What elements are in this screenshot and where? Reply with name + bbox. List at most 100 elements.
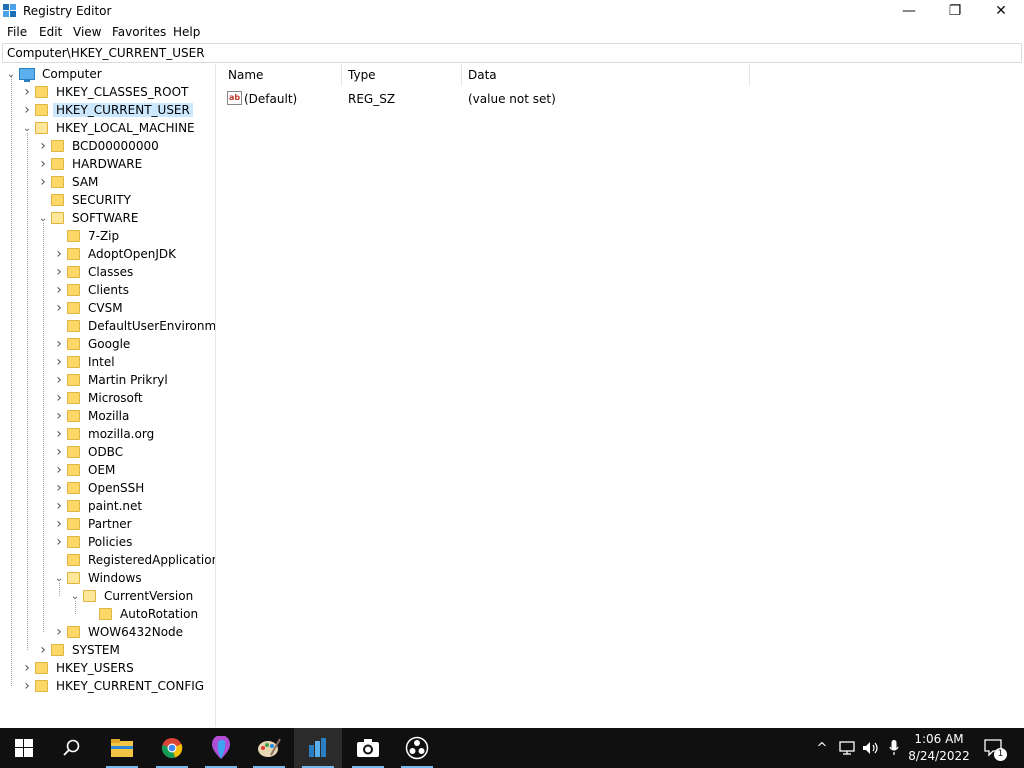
tree-node[interactable]: ⌄ SOFTWARE	[38, 209, 141, 227]
tree-node[interactable]: › HKEY_CLASSES_ROOT	[22, 83, 191, 101]
taskbar-registry-editor[interactable]	[294, 728, 342, 768]
taskbar-camera[interactable]	[344, 728, 392, 768]
column-header-data[interactable]: Data	[462, 64, 750, 86]
minimize-button[interactable]: —	[886, 0, 932, 22]
tree-node[interactable]: 7-Zip	[54, 227, 122, 245]
tree-node[interactable]: › BCD00000000	[38, 137, 162, 155]
menu-favorites[interactable]: Favorites	[112, 25, 166, 39]
chevron-right-icon[interactable]: ›	[54, 263, 64, 281]
tree-node[interactable]: DefaultUserEnvironmen	[54, 317, 215, 335]
chevron-right-icon[interactable]: ›	[54, 533, 64, 551]
taskbar-file-explorer[interactable]	[98, 728, 146, 768]
tree-node[interactable]: › mozilla.org	[54, 425, 157, 443]
tree-node[interactable]: › HKEY_CURRENT_USER	[22, 101, 193, 119]
tree-node[interactable]: RegisteredApplications	[54, 551, 215, 569]
network-button[interactable]	[836, 728, 858, 768]
value-data: (value not set)	[468, 92, 556, 106]
menu-file[interactable]: File	[7, 25, 27, 39]
chevron-right-icon[interactable]: ›	[54, 245, 64, 263]
tree-node[interactable]: › SYSTEM	[38, 641, 123, 659]
show-hidden-icons-button[interactable]: ^	[812, 728, 832, 768]
chevron-right-icon[interactable]: ›	[54, 299, 64, 317]
volume-button[interactable]	[860, 728, 882, 768]
chevron-right-icon[interactable]: ›	[22, 83, 32, 101]
chevron-down-icon[interactable]: ⌄	[54, 569, 64, 587]
tree-node[interactable]: › Clients	[54, 281, 132, 299]
start-button[interactable]	[0, 728, 48, 768]
tree-node[interactable]: › Partner	[54, 515, 135, 533]
microphone-button[interactable]	[884, 728, 904, 768]
folder-icon	[67, 536, 80, 548]
chevron-right-icon[interactable]: ›	[54, 515, 64, 533]
address-bar[interactable]: Computer\HKEY_CURRENT_USER	[2, 43, 1022, 63]
column-header-type[interactable]: Type	[342, 64, 462, 86]
tree-node-computer[interactable]: ⌄ Computer	[6, 65, 105, 83]
tree-node-label: Computer	[42, 67, 102, 81]
chevron-right-icon[interactable]: ›	[38, 641, 48, 659]
tree-node[interactable]: SECURITY	[38, 191, 134, 209]
chevron-right-icon[interactable]: ›	[54, 479, 64, 497]
chevron-right-icon[interactable]: ›	[54, 353, 64, 371]
chevron-right-icon[interactable]: ›	[38, 155, 48, 173]
registry-tree[interactable]: ⌄ Computer › HKEY_CLASSES_ROOT › HKEY_CURRE…	[0, 64, 216, 727]
maximize-button[interactable]: ❐	[932, 0, 978, 22]
chevron-down-icon[interactable]: ⌄	[70, 587, 80, 605]
chevron-right-icon[interactable]: ›	[54, 407, 64, 425]
chevron-right-icon[interactable]: ›	[22, 677, 32, 695]
taskbar-chrome[interactable]	[148, 728, 196, 768]
chevron-right-icon[interactable]: ›	[54, 497, 64, 515]
values-list[interactable]: Name Type Data ab (Default) REG_SZ (valu…	[221, 64, 1024, 727]
tree-node[interactable]: › Martin Prikryl	[54, 371, 171, 389]
tree-node[interactable]: › HKEY_USERS	[22, 659, 137, 677]
tree-node[interactable]: › HKEY_CURRENT_CONFIG	[22, 677, 207, 695]
chevron-down-icon[interactable]: ⌄	[6, 65, 16, 83]
chevron-right-icon[interactable]: ›	[22, 101, 32, 119]
chevron-down-icon[interactable]: ⌄	[22, 119, 32, 137]
table-row[interactable]: ab (Default) REG_SZ (value not set)	[221, 90, 761, 108]
file-explorer-icon	[111, 739, 133, 757]
close-button[interactable]: ✕	[978, 0, 1024, 22]
chevron-right-icon[interactable]: ›	[38, 173, 48, 191]
chevron-right-icon[interactable]: ›	[54, 461, 64, 479]
tree-node[interactable]: ⌄ Windows	[54, 569, 145, 587]
chevron-right-icon[interactable]: ›	[54, 425, 64, 443]
chevron-right-icon[interactable]: ›	[38, 137, 48, 155]
tree-node[interactable]: › WOW6432Node	[54, 623, 186, 641]
tree-node[interactable]: AutoRotation	[86, 605, 201, 623]
search-button[interactable]	[48, 728, 96, 768]
menu-edit[interactable]: Edit	[39, 25, 62, 39]
taskbar-paint-3d[interactable]	[197, 728, 245, 768]
taskbar-paint[interactable]	[245, 728, 293, 768]
tree-node[interactable]: ⌄ CurrentVersion	[70, 587, 196, 605]
menu-view[interactable]: View	[73, 25, 101, 39]
tree-node[interactable]: › Classes	[54, 263, 136, 281]
tree-node[interactable]: › Mozilla	[54, 407, 132, 425]
taskbar-obs[interactable]	[393, 728, 441, 768]
action-center-button[interactable]: 1	[980, 728, 1008, 768]
chevron-right-icon[interactable]: ›	[54, 371, 64, 389]
tree-node[interactable]: › AdoptOpenJDK	[54, 245, 179, 263]
menu-help[interactable]: Help	[173, 25, 200, 39]
tree-node[interactable]: › Google	[54, 335, 133, 353]
chevron-right-icon[interactable]: ›	[54, 443, 64, 461]
column-header-name[interactable]: Name	[221, 64, 342, 86]
tree-node[interactable]: › Microsoft	[54, 389, 146, 407]
clock[interactable]: 1:06 AM 8/24/2022	[904, 731, 974, 765]
tree-node[interactable]: › OEM	[54, 461, 118, 479]
tree-node[interactable]: › ODBC	[54, 443, 126, 461]
tree-node[interactable]: › SAM	[38, 173, 101, 191]
tree-node[interactable]: › HARDWARE	[38, 155, 145, 173]
chevron-right-icon[interactable]: ›	[54, 623, 64, 641]
chevron-right-icon[interactable]: ›	[22, 659, 32, 677]
chevron-right-icon[interactable]: ›	[54, 281, 64, 299]
tree-node[interactable]: › OpenSSH	[54, 479, 147, 497]
tree-node[interactable]: › Intel	[54, 353, 118, 371]
folder-icon	[51, 644, 64, 656]
chevron-down-icon[interactable]: ⌄	[38, 209, 48, 227]
chevron-right-icon[interactable]: ›	[54, 389, 64, 407]
tree-node[interactable]: ⌄ HKEY_LOCAL_MACHINE	[22, 119, 198, 137]
tree-node[interactable]: › CVSM	[54, 299, 126, 317]
tree-node[interactable]: › Policies	[54, 533, 135, 551]
tree-node[interactable]: › paint.net	[54, 497, 145, 515]
chevron-right-icon[interactable]: ›	[54, 335, 64, 353]
